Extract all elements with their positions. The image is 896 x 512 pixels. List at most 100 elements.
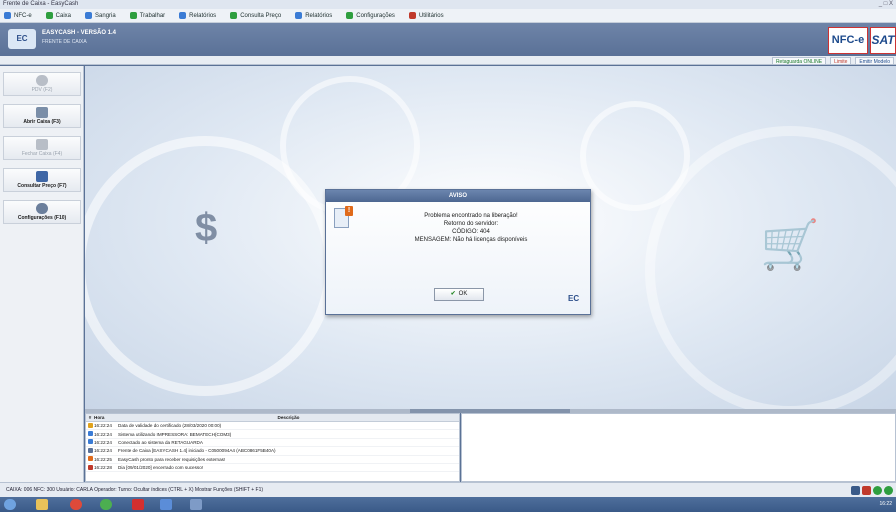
start-icon[interactable] (4, 499, 16, 510)
menu-item-label: Relatórios (305, 12, 333, 19)
menu-item[interactable]: Consulta Preço (230, 12, 281, 19)
log-header: # Hora Descrição (86, 414, 459, 422)
exclamation-icon: ! (345, 206, 353, 216)
log-row[interactable]: 16:22:24 Frente de Caixa [EASYCASH 1.4] i… (86, 447, 459, 456)
status-icons (851, 486, 893, 495)
window-titlebar: Frente de Caixa - EasyCash _ □ X (0, 0, 896, 9)
secondary-panel (461, 413, 896, 482)
bottom-status-text: CAIXA: 006 NFC: 300 Usuário: CARLA Opera… (6, 487, 264, 493)
menu-icon (4, 12, 11, 19)
log-row[interactable]: 16:22:24 Sistema utilizando IMPRESSORA: B… (86, 430, 459, 439)
menu-item-label: NFC-e (14, 12, 32, 19)
easycash-icon[interactable] (190, 499, 202, 510)
pdv-label: PDV (F2) (31, 87, 53, 93)
menu-item[interactable]: Utilitários (408, 12, 444, 19)
menu-item-label: Trabalhar (139, 12, 166, 19)
alert-icon (862, 486, 871, 495)
menu-bar: NFC-e Caixa Sangria Trabalhar Relatórios Cons… (0, 9, 896, 23)
menu-item-label: Relatórios (189, 12, 217, 19)
log-row[interactable]: 16:22:28 Dia [09/01/2020] encerrado com s… (86, 464, 459, 473)
log-text: Sistema utilizando IMPRESSORA: BEMATECH(… (118, 431, 232, 437)
close-register-label: Fechar Caixa (F4) (21, 151, 63, 157)
log-text: Conectado ao sistema da RETAGUARDA (118, 439, 203, 445)
dialog-line: CÓDIGO: 404 (452, 229, 490, 235)
log-status-icon (87, 464, 93, 470)
dialog-title: AVISO (326, 190, 590, 202)
menu-icon (408, 12, 416, 19)
menu-item[interactable]: Caixa (45, 12, 72, 19)
log-time: 16:22:24 (94, 448, 112, 454)
nfce-badge[interactable]: NFC-e (828, 27, 868, 54)
folder-icon[interactable] (36, 499, 48, 510)
cart-icon: 🛒 (760, 219, 820, 272)
log-text: EasyCash pronto para receber requisições… (118, 456, 226, 462)
log-time: 16:22:24 (94, 423, 112, 429)
dialog-message: Problema encontrado na liberação! Retorn… (356, 212, 586, 244)
alert-dialog: AVISO ! Problema encontrado na liberação… (325, 189, 591, 315)
status-strip: Retaguarda ONLINE Limite Emitir Modelo (0, 56, 896, 65)
pdv-button[interactable]: PDV (F2) (3, 72, 81, 96)
close-register-button[interactable]: Fechar Caixa (F4) (3, 136, 81, 160)
keyboard-icon (851, 486, 860, 495)
log-status-icon (87, 431, 93, 437)
log-col-time: Hora (94, 415, 105, 420)
log-text: Dia [09/01/2020] encerrado com sucesso! (118, 465, 204, 471)
menu-item[interactable]: Sangria (85, 12, 116, 19)
menu-item[interactable]: Configurações (346, 12, 395, 19)
menu-item-label: Caixa (55, 12, 72, 19)
log-time: 16:22:24 (94, 431, 112, 437)
online-status: Retaguarda ONLINE (771, 56, 827, 65)
menu-icon (295, 12, 303, 19)
log-col-index: # (88, 415, 92, 420)
online-icon (873, 486, 882, 495)
bottom-status-bar: CAIXA: 006 NFC: 300 Usuário: CARLA Opera… (0, 482, 896, 497)
close-register-icon (36, 139, 48, 150)
log-status-icon (87, 422, 93, 428)
browser-icon[interactable] (70, 499, 82, 510)
check-price-button[interactable]: Consultar Preço (F7) (3, 168, 81, 192)
ok-button[interactable]: ✔ OK (434, 288, 484, 301)
app-header: EC EASYCASH - VERSÃO 1.4 FRENTE DE CAIXA (0, 23, 896, 56)
menu-item[interactable]: Trabalhar (129, 12, 166, 19)
log-status-icon (87, 447, 93, 453)
log-text: Frente de Caixa [EASYCASH 1.4] iniciado … (118, 448, 276, 454)
price-icon (36, 171, 48, 182)
menu-item[interactable]: NFC-e (4, 12, 32, 19)
log-status-icon (87, 439, 93, 445)
open-register-label: Abrir Caixa (F3) (23, 119, 61, 125)
sync-icon (884, 486, 893, 495)
menu-item[interactable]: Relatórios (295, 12, 332, 19)
settings-label: Configurações (F10) (17, 215, 67, 221)
log-col-desc: Descrição (277, 415, 300, 420)
ok-label: OK (458, 291, 468, 297)
invoice-status[interactable]: Emitir Modelo (855, 56, 894, 65)
menu-item-label: Utilitários (418, 12, 444, 19)
open-register-button[interactable]: Abrir Caixa (F3) (3, 104, 81, 128)
limit-status[interactable]: Limite (830, 56, 852, 65)
menu-icon (179, 12, 187, 19)
check-icon: ✔ (450, 291, 456, 297)
app-icon[interactable] (100, 499, 112, 510)
sat-badge[interactable]: SAT (870, 27, 896, 54)
log-time: 16:22:24 (94, 439, 112, 445)
menu-icon (85, 12, 93, 19)
log-text: Data de validade do certificado (28/03/2… (118, 423, 222, 429)
settings-icon (36, 203, 48, 214)
settings-button[interactable]: Configurações (F10) (3, 200, 81, 224)
dialog-logo: EC (568, 294, 580, 303)
menu-icon (45, 12, 53, 19)
cloud-icon (36, 75, 48, 86)
window-controls[interactable]: _ □ X (879, 0, 893, 9)
app-title: EASYCASH - VERSÃO 1.4 (42, 30, 117, 36)
window-title: Frente de Caixa - EasyCash (3, 1, 79, 7)
media-icon[interactable] (132, 499, 144, 510)
log-time: 16:22:25 (94, 456, 112, 462)
log-row[interactable]: 16:22:25 EasyCash pronto para receber req… (86, 456, 459, 464)
log-row[interactable]: 16:22:24 Data de validade do certificado … (86, 422, 459, 431)
menu-item-label: Consulta Preço (240, 12, 282, 19)
menu-item[interactable]: Relatórios (179, 12, 216, 19)
taskbar: 16:22 (0, 497, 896, 512)
menu-icon (230, 12, 238, 19)
log-row[interactable]: 16:22:24 Conectado ao sistema da RETAGUAR… (86, 439, 459, 448)
network-icon[interactable] (160, 499, 172, 510)
